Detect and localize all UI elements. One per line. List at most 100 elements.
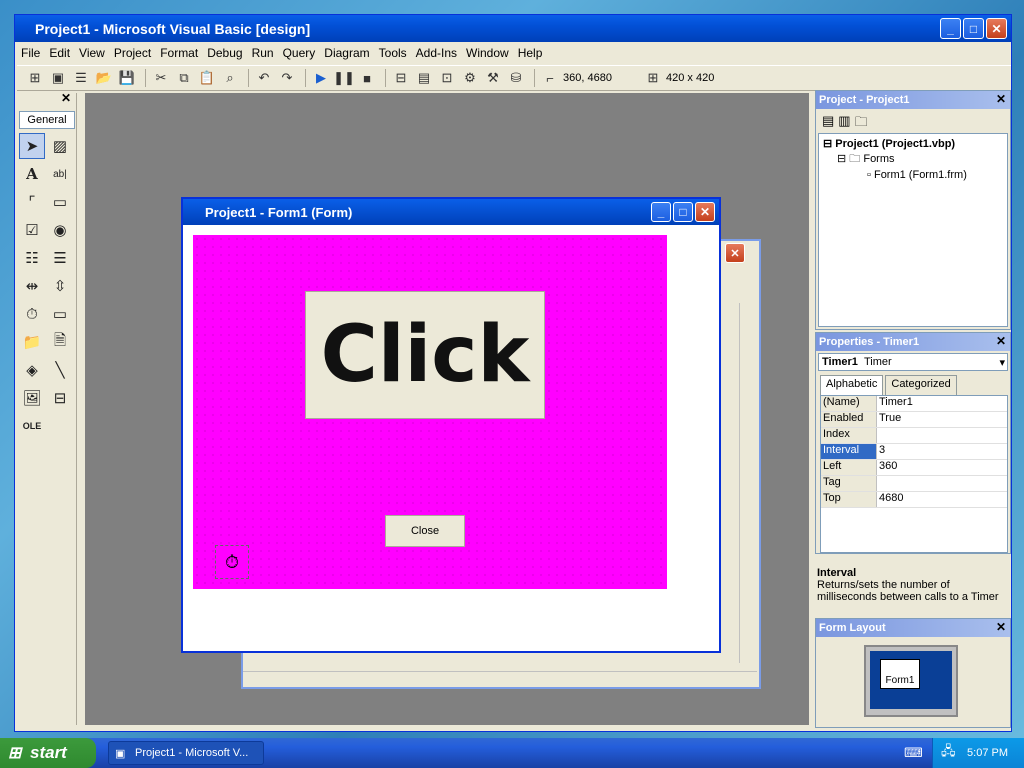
dirlistbox-icon[interactable]: 📁	[19, 329, 45, 355]
open-icon[interactable]: 📂	[94, 68, 114, 88]
close-command-button[interactable]: Close	[385, 515, 465, 547]
label-icon[interactable]: A	[19, 161, 45, 187]
prop-row[interactable]: Index	[821, 428, 1007, 444]
click-command-button[interactable]: Click	[305, 291, 545, 419]
drivelistbox-icon[interactable]: ▭	[47, 301, 73, 327]
undo-icon[interactable]: ↶	[254, 68, 274, 88]
properties-close-icon[interactable]: ✕	[996, 334, 1006, 348]
vscrollbar-icon[interactable]: ⇳	[47, 273, 73, 299]
minimize-button[interactable]: _	[940, 18, 961, 39]
form-minimize-button[interactable]: _	[651, 202, 671, 222]
toolbox-tab-general[interactable]: General	[19, 111, 75, 129]
toolbox-icon[interactable]: ⚒	[483, 68, 503, 88]
checkbox-icon[interactable]: ☑	[19, 217, 45, 243]
view-code-icon[interactable]: ▤	[822, 113, 834, 135]
image-icon[interactable]: 🖼	[19, 385, 45, 411]
close-button[interactable]: ✕	[986, 18, 1007, 39]
save-icon[interactable]: 💾	[117, 68, 137, 88]
data-view-icon[interactable]: ⛁	[506, 68, 526, 88]
cut-icon[interactable]: ✂	[151, 68, 171, 88]
form-layout-title: Form Layout	[819, 622, 886, 634]
menu-project[interactable]: Project	[114, 46, 151, 60]
menu-window[interactable]: Window	[466, 46, 509, 60]
add-form-icon[interactable]: ▣	[48, 68, 68, 88]
menu-addins[interactable]: Add-Ins	[416, 46, 457, 60]
shape-icon[interactable]: ◈	[19, 357, 45, 383]
object-selector[interactable]: Timer1 Timer ▾	[818, 353, 1008, 371]
project-explorer-icon[interactable]: ⊟	[391, 68, 411, 88]
code-window-close-icon[interactable]: ✕	[725, 243, 745, 263]
picturebox-icon[interactable]: ▨	[47, 133, 73, 159]
form-layout-icon[interactable]: ⊡	[437, 68, 457, 88]
project-tree: ⊟ Project1 (Project1.vbp) ⊟ 🗀 Forms ▫ Fo…	[818, 133, 1008, 327]
start-button[interactable]: ⊞ start	[0, 738, 96, 768]
standard-toolbar: ⊞ ▣ ☰ 📂 💾 ✂ ⧉ 📋 ⌕ ↶ ↷ ▶ ❚❚ ■ ⊟ ▤ ⊡ ⚙ ⚒ ⛁…	[17, 65, 1011, 91]
commandbutton-icon[interactable]: ▭	[47, 189, 73, 215]
menu-file[interactable]: File	[21, 46, 40, 60]
project-close-icon[interactable]: ✕	[996, 92, 1006, 106]
menu-format[interactable]: Format	[160, 46, 198, 60]
paste-icon[interactable]: 📋	[197, 68, 217, 88]
break-icon[interactable]: ❚❚	[333, 68, 355, 88]
form-maximize-button[interactable]: □	[673, 202, 693, 222]
menu-view[interactable]: View	[79, 46, 105, 60]
view-object-icon[interactable]: ▥	[838, 113, 850, 135]
clock[interactable]: 5:07 PM	[967, 747, 1008, 759]
data-icon[interactable]: ⊟	[47, 385, 73, 411]
properties-window-icon[interactable]: ▤	[414, 68, 434, 88]
redo-icon[interactable]: ↷	[277, 68, 297, 88]
combobox-icon[interactable]: ☷	[19, 245, 45, 271]
taskbar-item-vb[interactable]: ▣ Project1 - Microsoft V...	[108, 741, 264, 765]
form1-canvas[interactable]: Click Close ⏱	[193, 235, 667, 589]
ole-icon[interactable]: OLE	[19, 413, 45, 439]
tab-categorized[interactable]: Categorized	[885, 375, 957, 395]
filelistbox-icon[interactable]: 🗎	[47, 329, 73, 355]
copy-icon[interactable]: ⧉	[174, 68, 194, 88]
line-icon[interactable]: ╲	[47, 357, 73, 383]
chevron-down-icon: ▾	[999, 356, 1005, 369]
prop-row[interactable]: Enabled True	[821, 412, 1007, 428]
tree-project-node[interactable]: ⊟ Project1 (Project1.vbp)	[823, 137, 1003, 150]
menu-run[interactable]: Run	[252, 46, 274, 60]
textbox-icon[interactable]: ab|	[47, 161, 73, 187]
object-browser-icon[interactable]: ⚙	[460, 68, 480, 88]
menu-editor-icon[interactable]: ☰	[71, 68, 91, 88]
form-layout-close-icon[interactable]: ✕	[996, 620, 1006, 634]
add-project-icon[interactable]: ⊞	[25, 68, 45, 88]
toolbox-close-icon[interactable]: ✕	[59, 91, 73, 105]
code-scrollbar[interactable]	[739, 303, 755, 663]
tab-alphabetic[interactable]: Alphabetic	[820, 375, 884, 395]
end-icon[interactable]: ■	[357, 68, 377, 88]
listbox-icon[interactable]: ☰	[47, 245, 73, 271]
tree-forms-folder[interactable]: ⊟ 🗀 Forms	[823, 150, 1003, 169]
menu-debug[interactable]: Debug	[207, 46, 242, 60]
toggle-folders-icon[interactable]: 🗀	[855, 113, 868, 135]
properties-header: Properties - Timer1 ✕	[816, 333, 1010, 351]
timer-control[interactable]: ⏱	[215, 545, 249, 579]
menu-tools[interactable]: Tools	[379, 46, 407, 60]
start-icon[interactable]: ▶	[311, 68, 331, 88]
timer-icon[interactable]: ⏱	[19, 301, 45, 327]
menu-edit[interactable]: Edit	[49, 46, 70, 60]
pointer-icon[interactable]: ➤	[19, 133, 45, 159]
optionbutton-icon[interactable]: ◉	[47, 217, 73, 243]
maximize-button[interactable]: □	[963, 18, 984, 39]
prop-row[interactable]: Top 4680	[821, 492, 1007, 508]
mdi-workspace: ✕ Project1 - Form1 (Form) _ □ ✕ Click Cl…	[85, 93, 809, 725]
menu-help[interactable]: Help	[518, 46, 543, 60]
prop-row[interactable]: (Name) Timer1	[821, 396, 1007, 412]
layout-form1[interactable]: Form1	[880, 659, 920, 689]
menu-query[interactable]: Query	[283, 46, 316, 60]
network-icon[interactable]: 🖧	[941, 742, 956, 764]
prop-row[interactable]: Left 360	[821, 460, 1007, 476]
keyboard-icon[interactable]: ⌨	[904, 745, 923, 761]
find-icon[interactable]: ⌕	[220, 68, 240, 88]
menu-diagram[interactable]: Diagram	[324, 46, 369, 60]
tree-form1-item[interactable]: ▫ Form1 (Form1.frm)	[823, 169, 1003, 181]
hscrollbar-icon[interactable]: ⇹	[19, 273, 45, 299]
prop-row-selected[interactable]: Interval 3	[821, 444, 1007, 460]
form-close-button[interactable]: ✕	[695, 202, 715, 222]
code-hscrollbar[interactable]	[243, 671, 757, 687]
prop-row[interactable]: Tag	[821, 476, 1007, 492]
frame-icon[interactable]: ⌜	[19, 189, 45, 215]
